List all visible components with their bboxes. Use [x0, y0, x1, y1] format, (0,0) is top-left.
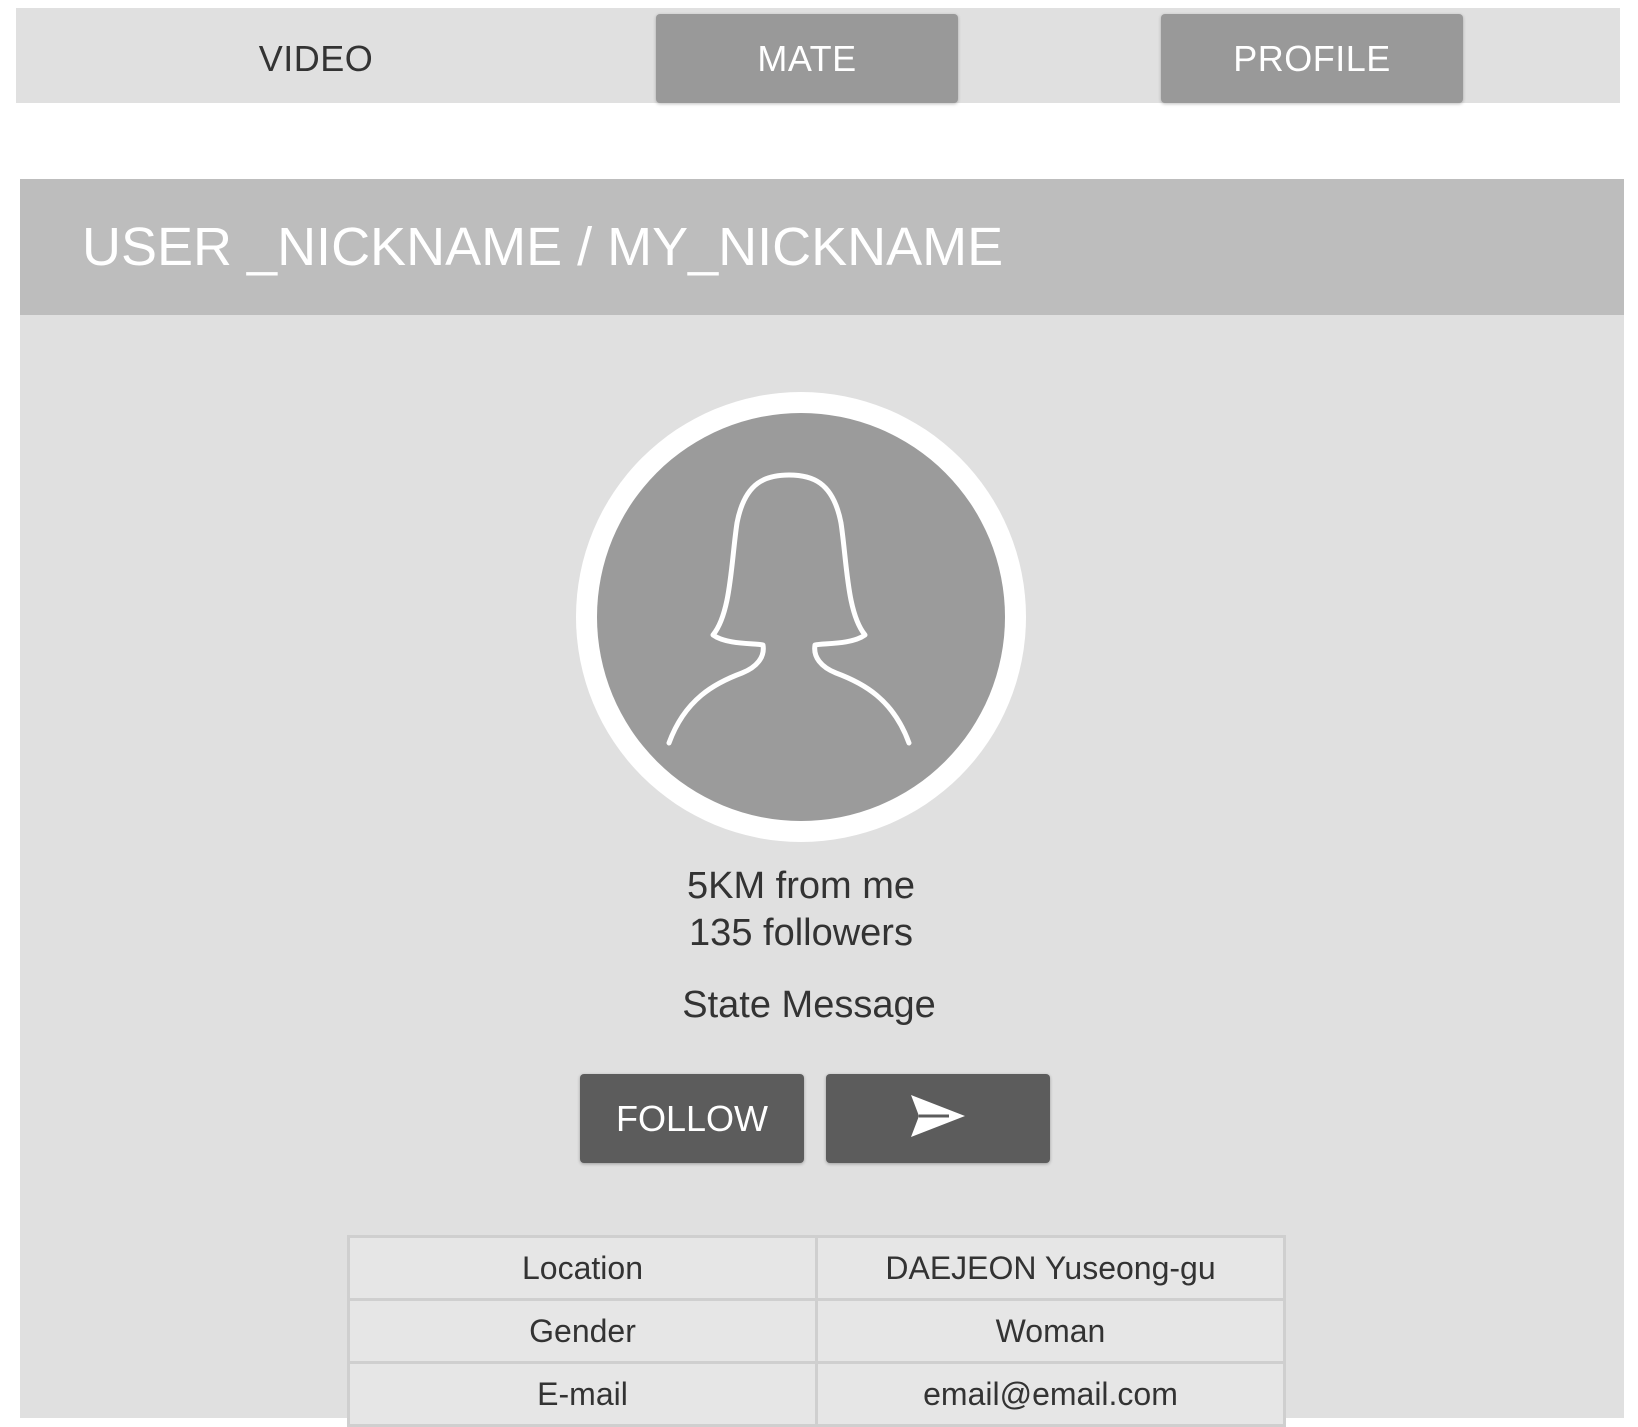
state-message: State Message	[682, 984, 936, 1026]
followers-count: 135 followers	[689, 912, 913, 954]
profile-panel: USER _NICKNAME / MY_NICKNAME 5KM from me…	[20, 179, 1624, 1427]
table-cell-label: Gender	[347, 1298, 818, 1364]
tab-mate[interactable]: MATE	[656, 14, 958, 103]
avatar	[576, 392, 1026, 842]
tab-video[interactable]: VIDEO	[166, 14, 466, 103]
send-arrow-icon	[911, 1094, 965, 1137]
female-user-silhouette-icon	[666, 472, 912, 746]
table-row: Gender Woman	[347, 1298, 1286, 1364]
send-message-button[interactable]	[826, 1074, 1050, 1163]
follow-button[interactable]: FOLLOW	[580, 1074, 804, 1163]
table-cell-value: email@email.com	[815, 1361, 1286, 1427]
table-cell-label: E-mail	[347, 1361, 818, 1427]
table-cell-value: DAEJEON Yuseong-gu	[815, 1235, 1286, 1301]
table-row: Location DAEJEON Yuseong-gu	[347, 1235, 1286, 1301]
avatar-circle	[597, 413, 1005, 821]
profile-details-table: Location DAEJEON Yuseong-gu Gender Woman…	[347, 1235, 1286, 1427]
table-cell-label: Location	[347, 1235, 818, 1301]
table-cell-value: Woman	[815, 1298, 1286, 1364]
tab-profile[interactable]: PROFILE	[1161, 14, 1463, 103]
table-row: E-mail email@email.com	[347, 1361, 1286, 1427]
distance-text: 5KM from me	[686, 865, 916, 907]
profile-header: USER _NICKNAME / MY_NICKNAME	[20, 179, 1624, 315]
top-navigation-bar: VIDEO MATE PROFILE	[16, 8, 1620, 103]
page-title: USER _NICKNAME / MY_NICKNAME	[82, 217, 1004, 277]
